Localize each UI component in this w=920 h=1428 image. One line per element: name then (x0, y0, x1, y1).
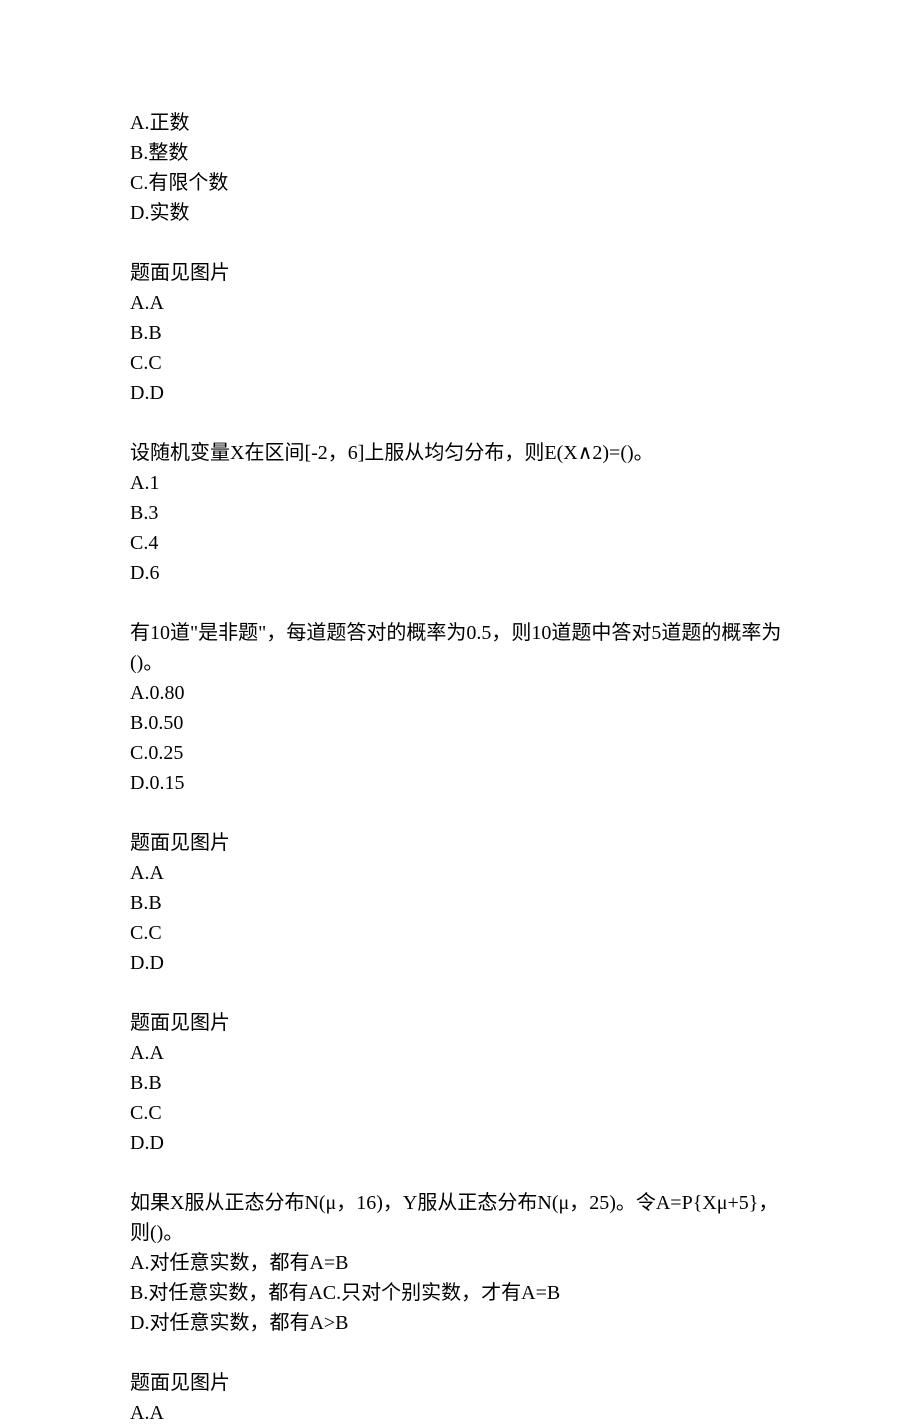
option-label: A. (130, 292, 149, 314)
option-a: A.A (130, 1398, 792, 1428)
option-label: C. (130, 742, 148, 764)
option-text: 实数 (149, 202, 189, 224)
option-text: C (148, 1102, 161, 1124)
option-text: 正数 (149, 112, 189, 134)
option-b: B.B (130, 1068, 792, 1098)
option-text: C (148, 352, 161, 374)
option-label: D. (130, 382, 149, 404)
question-stem: 题面见图片 (130, 828, 792, 858)
question-block-4: 有10道"是非题"，每道题答对的概率为0.5，则10道题中答对5道题的概率为()… (130, 618, 792, 798)
option-text: C (148, 922, 161, 944)
option-label: A. (130, 472, 149, 494)
option-text: D (149, 952, 163, 974)
question-block-1: A.正数 B.整数 C.有限个数 D.实数 (130, 108, 792, 228)
question-stem: 有10道"是非题"，每道题答对的概率为0.5，则10道题中答对5道题的概率为()… (130, 618, 792, 678)
option-b: B.B (130, 888, 792, 918)
option-d: D.0.15 (130, 768, 792, 798)
option-text: 有限个数 (148, 172, 228, 194)
option-text: 6 (149, 562, 159, 584)
option-b: B.B (130, 318, 792, 348)
option-label: B. (130, 712, 148, 734)
option-text: B (148, 322, 161, 344)
option-text: 3 (148, 502, 158, 524)
option-label: A. (130, 1252, 149, 1274)
option-a: A.0.80 (130, 678, 792, 708)
question-stem: 题面见图片 (130, 258, 792, 288)
option-label: B. (130, 1282, 148, 1304)
question-stem: 题面见图片 (130, 1368, 792, 1398)
option-text: 4 (148, 532, 158, 554)
option-text: 对任意实数，都有A=B (149, 1252, 348, 1274)
option-text: D (149, 1132, 163, 1154)
option-label: B. (130, 892, 148, 914)
option-label: B. (130, 322, 148, 344)
option-text: 0.80 (149, 682, 184, 704)
option-label: A. (130, 112, 149, 134)
option-c: C.C (130, 1098, 792, 1128)
option-text: A (149, 1042, 163, 1064)
option-label: C. (130, 352, 148, 374)
option-label: A. (130, 682, 149, 704)
question-stem: 题面见图片 (130, 1008, 792, 1038)
option-text: A (149, 1402, 163, 1424)
option-label: C. (130, 922, 148, 944)
option-label: D. (130, 952, 149, 974)
option-b: B.0.50 (130, 708, 792, 738)
option-b: B.整数 (130, 138, 792, 168)
option-a: A.A (130, 1038, 792, 1068)
option-d: D.6 (130, 558, 792, 588)
option-a: A.对任意实数，都有A=B (130, 1248, 792, 1278)
option-b: B.3 (130, 498, 792, 528)
option-text: A (149, 292, 163, 314)
option-a: A.正数 (130, 108, 792, 138)
option-label: A. (130, 862, 149, 884)
option-label: C. (130, 1102, 148, 1124)
option-label: C. (130, 532, 148, 554)
option-text: 0.15 (149, 772, 184, 794)
option-c: C.4 (130, 528, 792, 558)
option-d: D.D (130, 378, 792, 408)
option-text: B (148, 892, 161, 914)
option-text: 0.25 (148, 742, 183, 764)
question-block-7: 如果X服从正态分布N(μ，16)，Y服从正态分布N(μ，25)。令A=P{Xμ+… (130, 1188, 792, 1338)
option-c: C.C (130, 918, 792, 948)
option-d: D.D (130, 948, 792, 978)
option-d: D.对任意实数，都有A>B (130, 1308, 792, 1338)
option-d: D.D (130, 1128, 792, 1158)
option-label: B. (130, 502, 148, 524)
option-text: A (149, 862, 163, 884)
option-a: A.1 (130, 468, 792, 498)
option-label: B. (130, 142, 148, 164)
option-text: B (148, 1072, 161, 1094)
question-stem: 设随机变量X在区间[-2，6]上服从均匀分布，则E(X∧2)=()。 (130, 438, 792, 468)
option-d: D.实数 (130, 198, 792, 228)
option-c: C.有限个数 (130, 168, 792, 198)
option-label: D. (130, 1132, 149, 1154)
option-text: 对任意实数，都有AC.只对个别实数，才有A=B (148, 1282, 560, 1304)
option-label: A. (130, 1042, 149, 1064)
question-block-6: 题面见图片 A.A B.B C.C D.D (130, 1008, 792, 1158)
option-a: A.A (130, 288, 792, 318)
question-block-3: 设随机变量X在区间[-2，6]上服从均匀分布，则E(X∧2)=()。 A.1 B… (130, 438, 792, 588)
option-text: 0.50 (148, 712, 183, 734)
option-c: C.C (130, 348, 792, 378)
option-text: 1 (149, 472, 159, 494)
option-label: D. (130, 1312, 149, 1334)
option-label: C. (130, 172, 148, 194)
option-c: C.0.25 (130, 738, 792, 768)
option-b: B.对任意实数，都有AC.只对个别实数，才有A=B (130, 1278, 792, 1308)
option-a: A.A (130, 858, 792, 888)
option-text: 对任意实数，都有A>B (149, 1312, 348, 1334)
option-text: D (149, 382, 163, 404)
option-text: 整数 (148, 142, 188, 164)
option-label: A. (130, 1402, 149, 1424)
option-label: D. (130, 202, 149, 224)
question-stem: 如果X服从正态分布N(μ，16)，Y服从正态分布N(μ，25)。令A=P{Xμ+… (130, 1188, 792, 1248)
option-label: D. (130, 562, 149, 584)
option-label: D. (130, 772, 149, 794)
option-label: B. (130, 1072, 148, 1094)
question-block-5: 题面见图片 A.A B.B C.C D.D (130, 828, 792, 978)
question-block-8: 题面见图片 A.A (130, 1368, 792, 1428)
question-block-2: 题面见图片 A.A B.B C.C D.D (130, 258, 792, 408)
